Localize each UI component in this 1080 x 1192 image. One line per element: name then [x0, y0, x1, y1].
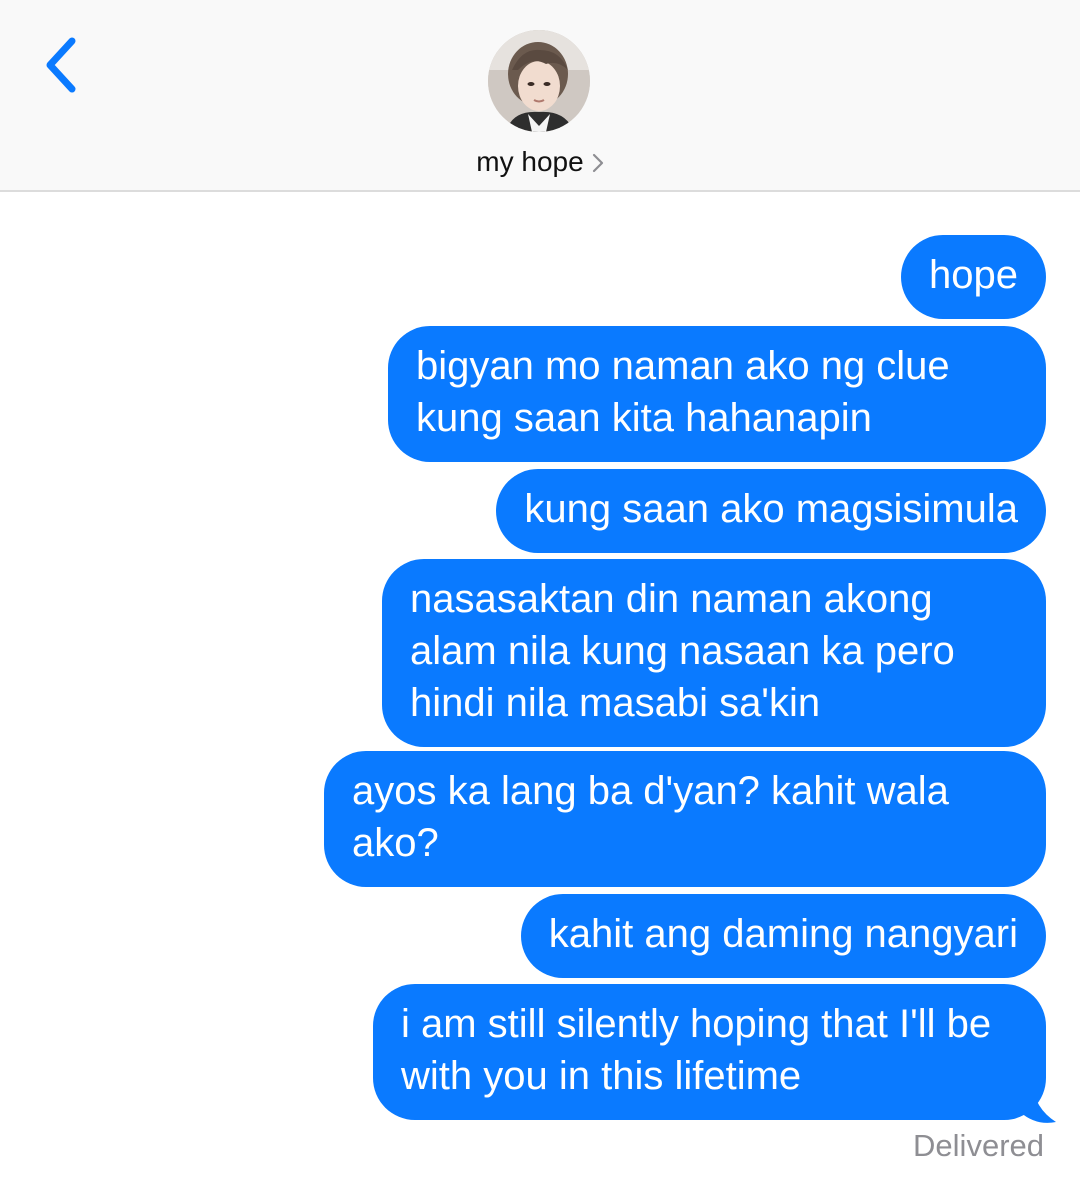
message-text: hope	[929, 253, 1018, 297]
chevron-left-icon	[46, 37, 76, 93]
contact-name: my hope	[476, 146, 584, 177]
avatar-photo	[488, 30, 590, 132]
avatar[interactable]	[488, 30, 590, 132]
message-text: nasasaktan din naman akong alam nila kun…	[410, 577, 955, 725]
bubble-tail	[1018, 1082, 1056, 1123]
chevron-right-icon	[592, 153, 603, 173]
back-button[interactable]	[30, 30, 90, 100]
message-text: kung saan ako magsisimula	[524, 487, 1018, 531]
message-bubble[interactable]: bigyan mo naman ako ng clue kung saan ki…	[388, 326, 1046, 462]
message-bubble[interactable]: kung saan ako magsisimula	[496, 469, 1046, 553]
contact-name-button[interactable]: my hope	[0, 146, 1080, 178]
delivery-status: Delivered	[913, 1128, 1044, 1163]
message-text: bigyan mo naman ako ng clue kung saan ki…	[416, 344, 950, 440]
message-text: i am still silently hoping that I'll be …	[401, 1002, 992, 1098]
message-bubble[interactable]: nasasaktan din naman akong alam nila kun…	[382, 559, 1046, 747]
message-bubble[interactable]: ayos ka lang ba d'yan? kahit wala ako?	[324, 751, 1046, 887]
message-bubble[interactable]: kahit ang daming nangyari	[520, 894, 1046, 978]
message-text: kahit ang daming nangyari	[548, 912, 1018, 956]
message-text: ayos ka lang ba d'yan? kahit wala ako?	[352, 769, 949, 865]
message-bubble[interactable]: hope	[901, 235, 1046, 319]
conversation-header: my hope	[0, 0, 1080, 192]
message-bubble[interactable]: i am still silently hoping that I'll be …	[373, 984, 1046, 1120]
